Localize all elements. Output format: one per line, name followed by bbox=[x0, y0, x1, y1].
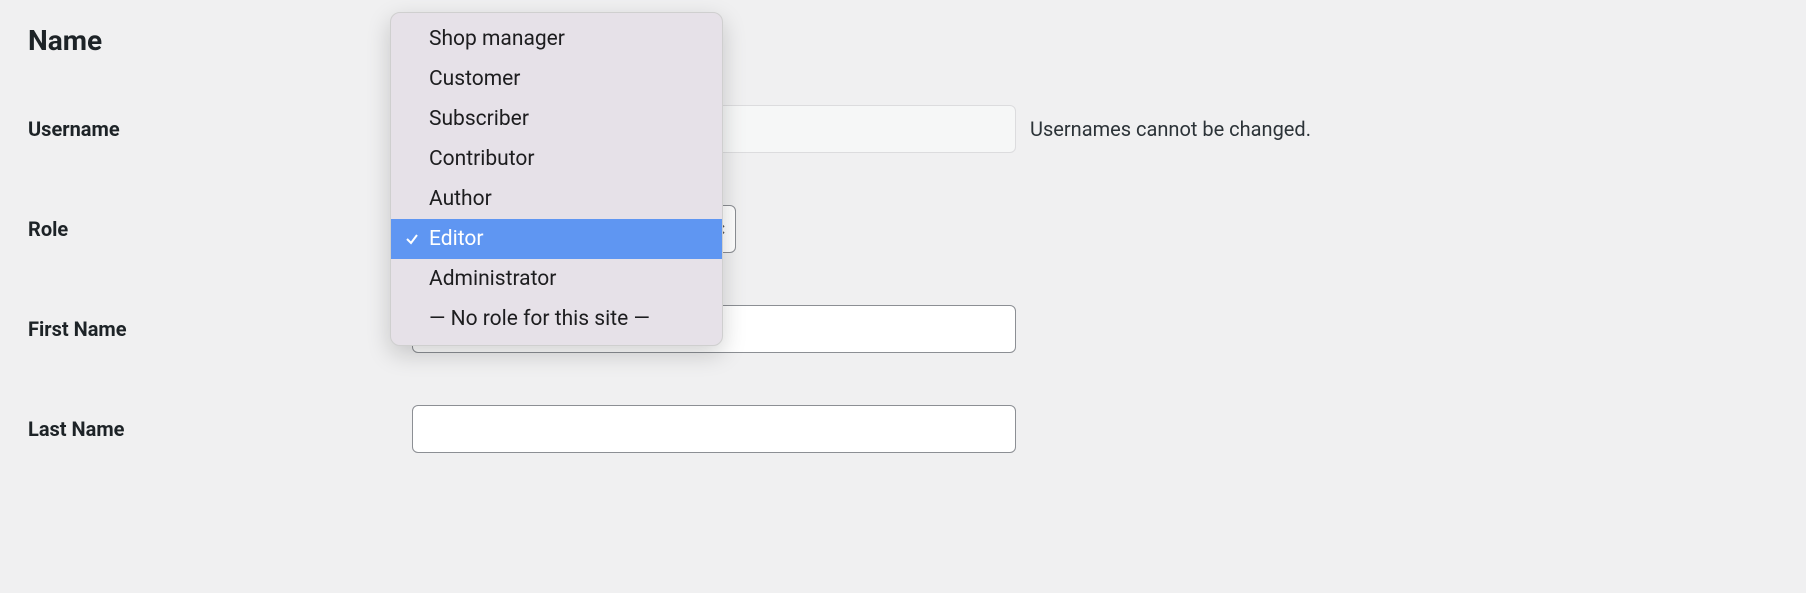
role-option-label: Author bbox=[429, 187, 492, 211]
role-dropdown[interactable]: Shop manager Customer Subscriber Contrib… bbox=[390, 12, 723, 346]
username-helper-text: Usernames cannot be changed. bbox=[1030, 117, 1311, 141]
last-name-row: Last Name bbox=[28, 405, 1778, 453]
role-option-label: Customer bbox=[429, 67, 520, 91]
last-name-input[interactable] bbox=[412, 405, 1016, 453]
check-icon bbox=[405, 232, 427, 246]
role-option-label: Subscriber bbox=[429, 107, 529, 131]
first-name-label: First Name bbox=[28, 317, 412, 341]
section-heading-name: Name bbox=[28, 24, 1778, 57]
role-option-contributor[interactable]: Contributor bbox=[391, 139, 722, 179]
role-option-customer[interactable]: Customer bbox=[391, 59, 722, 99]
username-row: Username Usernames cannot be changed. bbox=[28, 105, 1778, 153]
username-label: Username bbox=[28, 117, 412, 141]
role-option-subscriber[interactable]: Subscriber bbox=[391, 99, 722, 139]
role-label: Role bbox=[28, 217, 412, 241]
role-option-label: Editor bbox=[429, 227, 483, 251]
role-option-author[interactable]: Author bbox=[391, 179, 722, 219]
role-option-editor[interactable]: Editor bbox=[391, 219, 722, 259]
first-name-row: First Name bbox=[28, 305, 1778, 353]
user-profile-form: Name Username Usernames cannot be change… bbox=[0, 0, 1806, 529]
role-option-no-role[interactable]: — No role for this site — bbox=[391, 299, 722, 339]
last-name-label: Last Name bbox=[28, 417, 412, 441]
role-row: Role Editor bbox=[28, 205, 1778, 253]
role-option-label: Shop manager bbox=[429, 27, 565, 51]
role-option-label: Administrator bbox=[429, 267, 556, 291]
role-option-administrator[interactable]: Administrator bbox=[391, 259, 722, 299]
role-option-label: — No role for this site — bbox=[429, 307, 650, 331]
last-name-field bbox=[412, 405, 1016, 453]
role-option-label: Contributor bbox=[429, 147, 534, 171]
role-option-shop-manager[interactable]: Shop manager bbox=[391, 19, 722, 59]
